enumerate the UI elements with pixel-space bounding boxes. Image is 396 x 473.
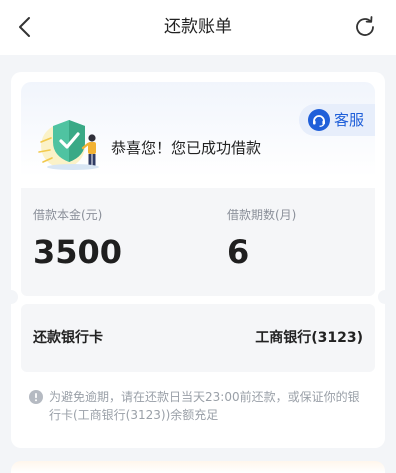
congrats-text: 恭喜您！您已成功借款 <box>111 139 262 157</box>
repayment-card-label: 还款银行卡 <box>33 330 103 346</box>
overdue-notice: 为避免逾期，请在还款日当天23:00前还款，或保证你的银行卡(工商银行(3123… <box>29 388 371 424</box>
page-title: 还款账单 <box>164 17 232 37</box>
loan-amount-panel: 借款本金(元) 3500 借款期数(月) 6 <box>21 188 375 296</box>
headset-icon <box>308 109 330 131</box>
info-icon <box>29 390 43 404</box>
customer-service-label: 客服 <box>334 111 365 129</box>
repayment-card-row[interactable]: 还款银行卡 工商银行(3123) <box>21 304 375 372</box>
shield-check-person-icon <box>38 120 99 170</box>
loan-bill-card: 客服 恭喜您！您已成功借款 借款本金(元) 3500 借款期数(月) 6 还款银… <box>4 72 392 448</box>
divider-notch-right <box>378 290 392 304</box>
top-nav-bar: 还款账单 <box>0 0 396 55</box>
principal-block: 借款本金(元) 3500 <box>33 206 122 270</box>
customer-service-button[interactable]: 客服 <box>299 104 375 136</box>
principal-label: 借款本金(元) <box>33 208 103 222</box>
divider-notch-left <box>4 290 18 304</box>
refresh-icon[interactable] <box>352 14 378 40</box>
next-card-edge <box>11 461 385 473</box>
term-label: 借款期数(月) <box>227 208 297 222</box>
principal-value: 3500 <box>33 233 123 271</box>
term-value: 6 <box>227 233 250 271</box>
repayment-card-value: 工商银行(3123) <box>255 330 363 346</box>
term-block: 借款期数(月) 6 <box>227 206 296 270</box>
notice-text: 为避免逾期，请在还款日当天23:00前还款，或保证你的银行卡(工商银行(3123… <box>49 390 360 422</box>
success-banner: 客服 恭喜您！您已成功借款 <box>21 82 375 188</box>
